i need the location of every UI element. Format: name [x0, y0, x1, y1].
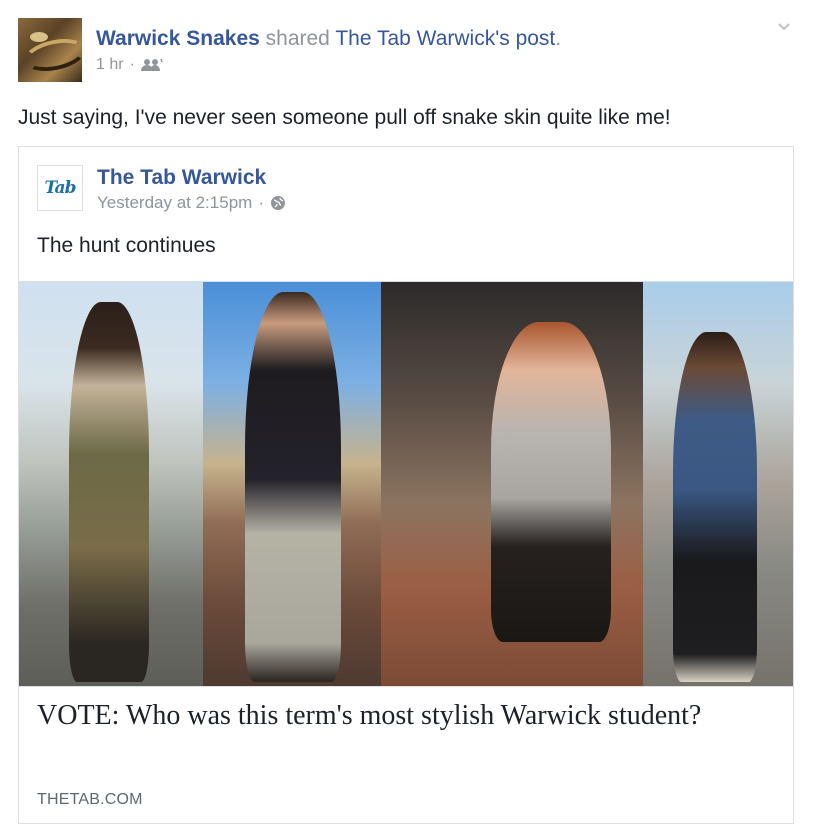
person-figure	[673, 332, 757, 682]
shared-word: shared	[265, 27, 330, 50]
shared-author-link[interactable]: The Tab Warwick	[97, 165, 266, 191]
post-timestamp[interactable]: 1 hr	[96, 56, 124, 74]
shared-text: The hunt continues	[37, 234, 216, 257]
shared-source-link[interactable]: The Tab Warwick	[335, 27, 495, 50]
person-figure	[491, 322, 611, 642]
snake-coil	[21, 33, 82, 77]
meta-separator: ·	[129, 56, 135, 73]
post-header: Warwick Snakes shared The Tab Warwick's …	[96, 26, 561, 52]
link-domain: THETAB.COM	[37, 791, 143, 808]
feed-post: Warwick Snakes shared The Tab Warwick's …	[0, 0, 816, 834]
shared-meta: Yesterday at 2:15pm ·	[97, 193, 286, 213]
globe-icon[interactable]	[270, 195, 286, 211]
meta-separator: ·	[258, 193, 264, 212]
snake-head	[30, 32, 48, 42]
tab-logo-text: Tab	[44, 178, 77, 198]
photo-panel-3	[381, 282, 643, 686]
link-image[interactable]	[19, 281, 793, 687]
page-avatar[interactable]	[18, 18, 82, 82]
photo-panel-4	[643, 282, 793, 686]
page-name-link[interactable]: Warwick Snakes	[96, 27, 260, 50]
source-suffix[interactable]: 's post	[495, 27, 555, 50]
friends-icon[interactable]	[140, 58, 163, 72]
post-meta: 1 hr ·	[96, 56, 163, 74]
chevron-down-icon[interactable]	[776, 18, 792, 34]
header-period: .	[555, 27, 562, 50]
person-figure	[69, 302, 149, 682]
shared-post-card[interactable]: Tab The Tab Warwick Yesterday at 2:15pm …	[18, 146, 794, 824]
shared-timestamp[interactable]: Yesterday at 2:15pm	[97, 193, 252, 213]
link-title[interactable]: VOTE: Who was this term's most stylish W…	[37, 699, 737, 733]
photo-panel-1	[19, 282, 203, 686]
tab-logo[interactable]: Tab	[37, 165, 83, 211]
person-figure	[245, 292, 341, 682]
photo-panel-2	[203, 282, 381, 686]
status-text: Just saying, I've never seen someone pul…	[18, 106, 671, 129]
